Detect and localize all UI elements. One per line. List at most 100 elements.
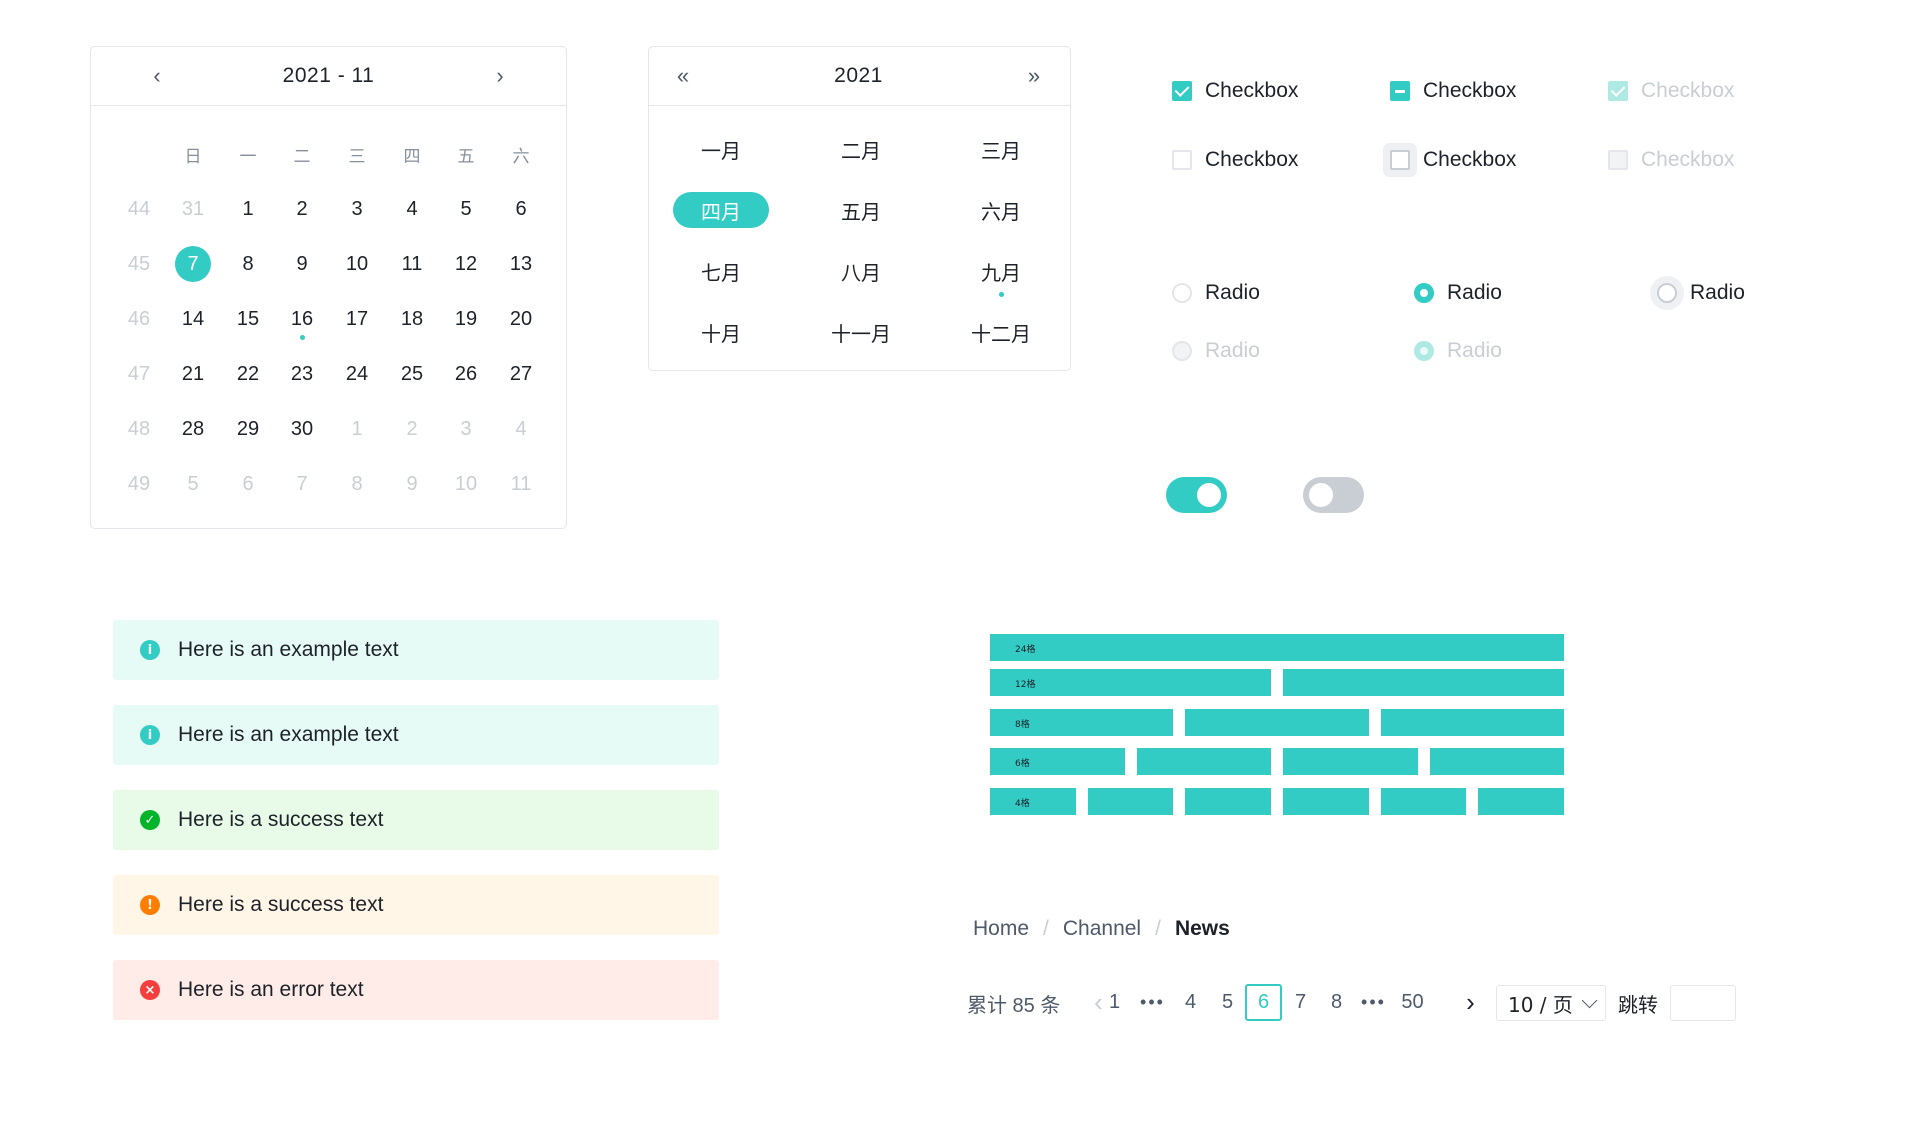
current-page-button[interactable]: 6 bbox=[1245, 984, 1282, 1021]
date-cell[interactable]: 8 bbox=[337, 464, 377, 504]
month-cell[interactable]: 三月 bbox=[953, 131, 1049, 167]
date-cell[interactable]: 28 bbox=[173, 409, 213, 449]
weekday-header: 六 bbox=[512, 146, 530, 166]
date-cell[interactable]: 21 bbox=[173, 354, 213, 394]
month-cell[interactable]: 七月 bbox=[673, 253, 769, 289]
date-cell[interactable]: 13 bbox=[501, 244, 541, 284]
radio-circle[interactable] bbox=[1414, 283, 1434, 303]
date-cell[interactable]: 9 bbox=[392, 464, 432, 504]
month-cell[interactable]: 八月 bbox=[813, 253, 909, 289]
checkbox-hover[interactable]: Checkbox bbox=[1390, 148, 1516, 172]
month-calendar-grid: 一月 二月 三月四月 五月 六月七月 八月 九月十月 十一月 十二月 bbox=[649, 47, 1070, 370]
date-cell[interactable]: 22 bbox=[228, 354, 268, 394]
date-cell[interactable]: 11 bbox=[392, 244, 432, 284]
radio-checked[interactable]: Radio bbox=[1414, 281, 1502, 305]
weekday-header: 二 bbox=[293, 146, 311, 166]
radio-disabled-unchecked: Radio bbox=[1172, 339, 1260, 363]
month-cell[interactable]: 二月 bbox=[813, 131, 909, 167]
date-cell[interactable]: 31 bbox=[173, 189, 213, 229]
week-number: 47 bbox=[127, 362, 151, 385]
radio-hover[interactable]: Radio bbox=[1657, 281, 1745, 305]
checkbox-checked[interactable]: Checkbox bbox=[1172, 79, 1298, 103]
date-cell[interactable]: 3 bbox=[337, 189, 377, 229]
breadcrumb-item-home[interactable]: Home bbox=[973, 917, 1029, 941]
page-button[interactable]: 5 bbox=[1209, 984, 1246, 1021]
month-cell[interactable]: 十月 bbox=[673, 314, 769, 350]
date-cell[interactable]: 6 bbox=[228, 464, 268, 504]
checkbox-unchecked[interactable]: Checkbox bbox=[1172, 148, 1298, 172]
date-cell[interactable]: 15 bbox=[228, 299, 268, 339]
date-cell[interactable]: 10 bbox=[446, 464, 486, 504]
date-cell[interactable]: 19 bbox=[446, 299, 486, 339]
date-cell[interactable]: 18 bbox=[392, 299, 432, 339]
page-button[interactable]: 7 bbox=[1282, 984, 1319, 1021]
date-cell[interactable]: 5 bbox=[446, 189, 486, 229]
month-cell[interactable]: 五月 bbox=[813, 192, 909, 228]
checkbox-box[interactable] bbox=[1390, 150, 1410, 170]
date-cell[interactable]: 5 bbox=[173, 464, 213, 504]
date-cell[interactable]: 29 bbox=[228, 409, 268, 449]
date-cell[interactable]: 12 bbox=[446, 244, 486, 284]
radio-circle[interactable] bbox=[1172, 283, 1192, 303]
selected-date-cell[interactable]: 7 bbox=[175, 246, 211, 282]
date-cell[interactable]: 7 bbox=[282, 464, 322, 504]
month-cell[interactable]: 十一月 bbox=[813, 314, 909, 350]
pagination-total: 累计 85 条 bbox=[967, 994, 1061, 1017]
month-cell[interactable]: 一月 bbox=[673, 131, 769, 167]
page-size-value: 10 / 页 bbox=[1508, 992, 1573, 1017]
date-cell[interactable]: 16 bbox=[282, 299, 322, 340]
checkbox-box[interactable] bbox=[1172, 81, 1192, 101]
grid-row-label: 8格 bbox=[1015, 720, 1030, 730]
date-cell[interactable]: 3 bbox=[446, 409, 486, 449]
date-cell[interactable]: 1 bbox=[228, 189, 268, 229]
next-page-button[interactable]: › bbox=[1452, 984, 1489, 1021]
pagination-ellipsis[interactable]: ••• bbox=[1134, 984, 1171, 1021]
month-cell[interactable]: 九月 bbox=[953, 253, 1049, 297]
date-cell[interactable]: 25 bbox=[392, 354, 432, 394]
date-cell[interactable]: 17 bbox=[337, 299, 377, 339]
page-size-select[interactable]: 10 / 页 bbox=[1496, 985, 1606, 1021]
date-cell[interactable]: 1 bbox=[337, 409, 377, 449]
checkbox-box[interactable] bbox=[1390, 81, 1410, 101]
checkbox-box bbox=[1608, 150, 1628, 170]
page-button[interactable]: 1 bbox=[1096, 984, 1133, 1021]
switch-knob bbox=[1197, 483, 1221, 507]
checkbox-disabled-unchecked: Checkbox bbox=[1608, 148, 1734, 172]
switch-knob bbox=[1309, 483, 1333, 507]
date-cell[interactable]: 6 bbox=[501, 189, 541, 229]
date-cell[interactable]: 26 bbox=[446, 354, 486, 394]
date-cell[interactable]: 23 bbox=[282, 354, 322, 394]
pagination-ellipsis[interactable]: ••• bbox=[1355, 984, 1392, 1021]
checkbox-box[interactable] bbox=[1172, 150, 1192, 170]
date-cell[interactable]: 10 bbox=[337, 244, 377, 284]
date-calendar: ‹ 2021 - 11 › 日一二三四五六 44 31 1 2 3 4 5 6 45 7 8 9 10 11… bbox=[90, 46, 567, 529]
breadcrumb-item-channel[interactable]: Channel bbox=[1063, 917, 1141, 941]
date-cell[interactable]: 2 bbox=[282, 189, 322, 229]
month-cell[interactable]: 十二月 bbox=[953, 314, 1049, 350]
switch-off[interactable] bbox=[1303, 477, 1364, 513]
radio-unchecked[interactable]: Radio bbox=[1172, 281, 1260, 305]
page-button[interactable]: 8 bbox=[1318, 984, 1355, 1021]
page-button[interactable]: 50 bbox=[1394, 984, 1431, 1021]
date-cell[interactable]: 30 bbox=[282, 409, 322, 449]
checkbox-indeterminate[interactable]: Checkbox bbox=[1390, 79, 1516, 103]
date-cell[interactable]: 24 bbox=[337, 354, 377, 394]
month-cell[interactable]: 六月 bbox=[953, 192, 1049, 228]
selected-month-cell[interactable]: 四月 bbox=[673, 192, 769, 228]
date-cell[interactable]: 20 bbox=[501, 299, 541, 339]
jump-page-input[interactable] bbox=[1670, 985, 1736, 1021]
date-cell[interactable]: 4 bbox=[392, 189, 432, 229]
radio-circle[interactable] bbox=[1657, 283, 1677, 303]
warning-icon: ! bbox=[140, 895, 160, 915]
page-button[interactable]: 4 bbox=[1172, 984, 1209, 1021]
date-cell[interactable]: 14 bbox=[173, 299, 213, 339]
date-cell[interactable]: 11 bbox=[501, 464, 541, 504]
switch-on[interactable] bbox=[1166, 477, 1227, 513]
date-cell[interactable]: 27 bbox=[501, 354, 541, 394]
date-cell[interactable]: 4 bbox=[501, 409, 541, 449]
week-number: 48 bbox=[127, 417, 151, 440]
date-cell[interactable]: 2 bbox=[392, 409, 432, 449]
date-cell[interactable]: 8 bbox=[228, 244, 268, 284]
date-cell[interactable]: 9 bbox=[282, 244, 322, 284]
weekday-header: 四 bbox=[403, 146, 421, 166]
